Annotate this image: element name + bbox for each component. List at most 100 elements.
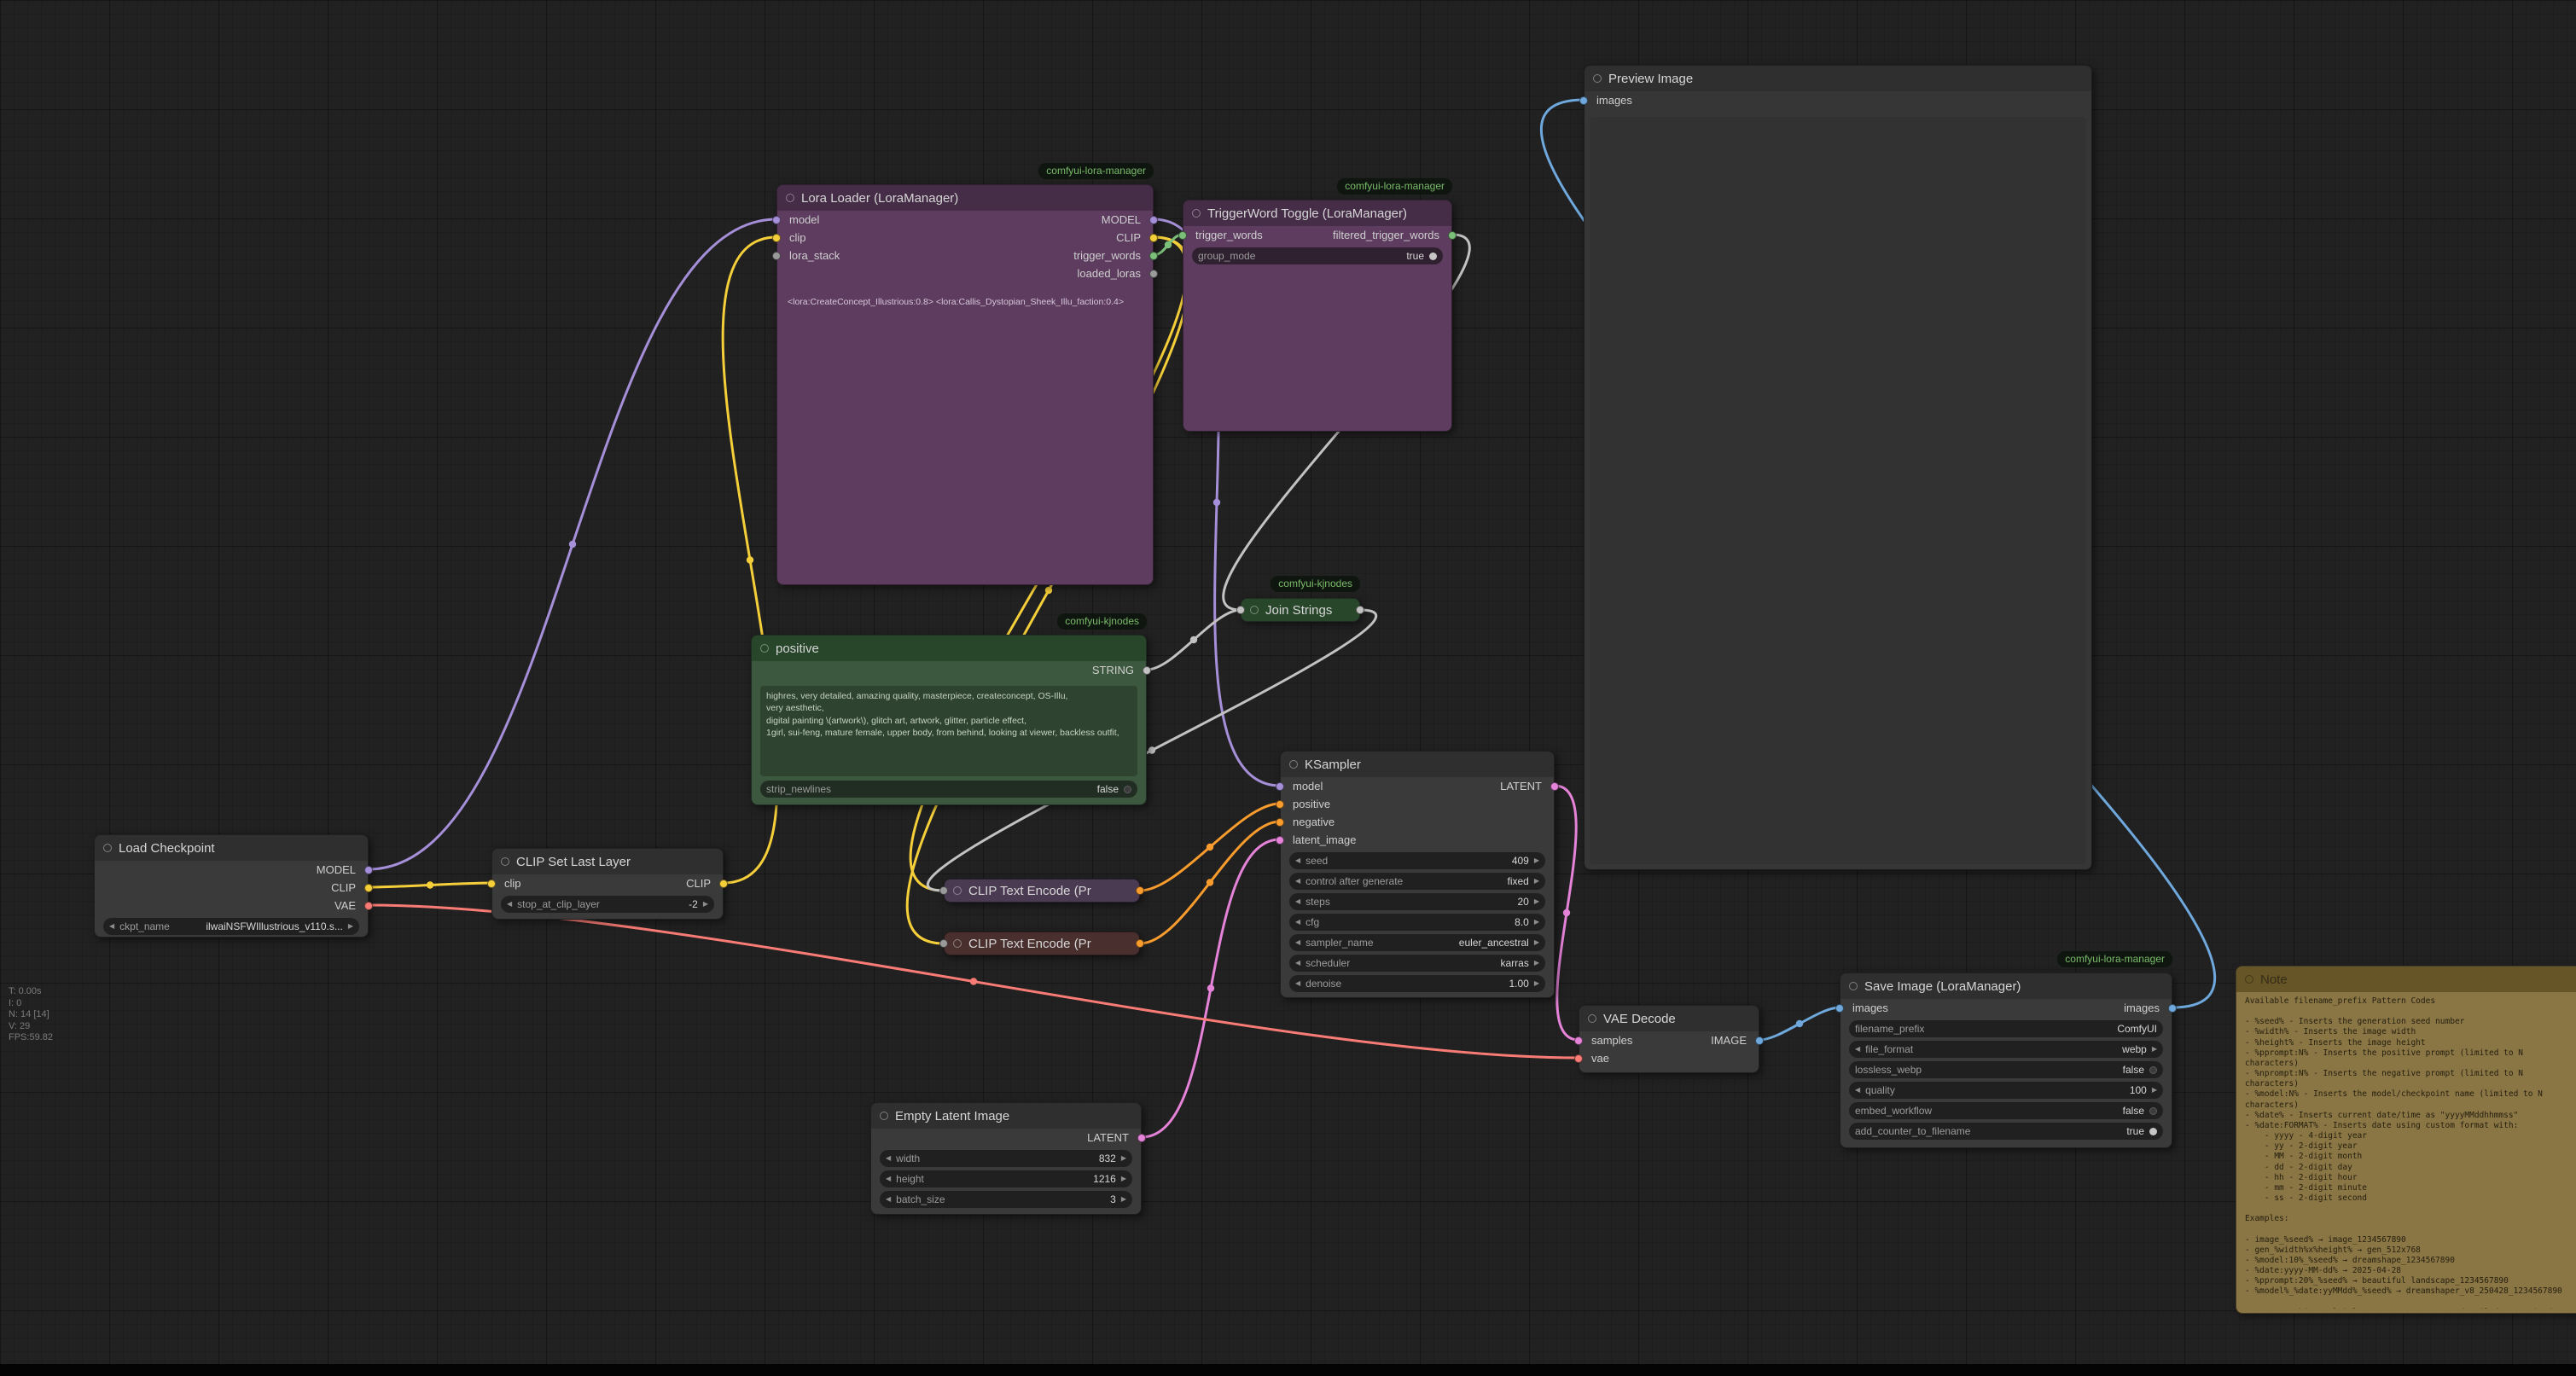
combo-right-arrow-icon[interactable]: ▶ xyxy=(1534,878,1539,885)
height-widget[interactable]: ◀ height 1216 ▶ xyxy=(880,1170,1132,1187)
images-output-dot[interactable] xyxy=(2168,1004,2177,1013)
images-input-dot[interactable] xyxy=(1579,96,1588,105)
collapse-toggle-icon[interactable] xyxy=(953,939,962,948)
string-output-dot[interactable] xyxy=(1356,606,1364,614)
node-clip-text-encode-positive[interactable]: CLIP Text Encode (Pr xyxy=(944,879,1140,903)
number-right-arrow-icon[interactable]: ▶ xyxy=(1534,857,1539,864)
positive-input-dot[interactable] xyxy=(1276,800,1284,809)
add-counter-toggle-widget[interactable]: add_counter_to_filename true xyxy=(1849,1123,2163,1140)
lora-syntax-text[interactable]: <lora:CreateConcept_Illustrious:0.8> <lo… xyxy=(788,296,1143,309)
clip-output-dot[interactable] xyxy=(719,880,728,888)
vae-output-dot[interactable] xyxy=(364,902,373,910)
string-input-dot[interactable] xyxy=(1236,606,1245,614)
node-vae-decode[interactable]: VAE Decode samples IMAGE vae xyxy=(1579,1005,1759,1073)
prompt-textarea[interactable]: highres, very detailed, amazing quality,… xyxy=(760,686,1137,776)
collapse-toggle-icon[interactable] xyxy=(786,194,794,202)
node-save-image[interactable]: Save Image (LoraManager) images images f… xyxy=(1840,972,2172,1148)
model-output-dot[interactable] xyxy=(364,866,373,874)
image-output-dot[interactable] xyxy=(1755,1036,1764,1045)
collapse-toggle-icon[interactable] xyxy=(880,1112,888,1120)
number-left-arrow-icon[interactable]: ◀ xyxy=(886,1176,891,1182)
toggle-indicator-icon[interactable] xyxy=(2149,1066,2157,1074)
collapse-toggle-icon[interactable] xyxy=(760,644,769,653)
filtered-trigger-words-output-dot[interactable] xyxy=(1448,231,1457,240)
combo-right-arrow-icon[interactable]: ▶ xyxy=(1534,939,1539,946)
lossless-webp-toggle-widget[interactable]: lossless_webp false xyxy=(1849,1061,2163,1078)
samples-input-dot[interactable] xyxy=(1574,1036,1583,1045)
cfg-widget[interactable]: ◀ cfg 8.0 ▶ xyxy=(1289,914,1545,931)
number-right-arrow-icon[interactable]: ▶ xyxy=(1534,919,1539,926)
strip-newlines-toggle-widget[interactable]: strip_newlines false xyxy=(760,781,1137,798)
toggle-indicator-icon[interactable] xyxy=(2149,1107,2157,1115)
number-left-arrow-icon[interactable]: ◀ xyxy=(1295,919,1300,926)
number-left-arrow-icon[interactable]: ◀ xyxy=(886,1196,891,1203)
combo-left-arrow-icon[interactable]: ◀ xyxy=(109,923,114,930)
toggle-indicator-icon[interactable] xyxy=(1429,253,1437,260)
model-input-dot[interactable] xyxy=(1276,782,1284,791)
number-right-arrow-icon[interactable]: ▶ xyxy=(703,901,708,908)
clip-input-dot[interactable] xyxy=(772,234,781,242)
combo-right-arrow-icon[interactable]: ▶ xyxy=(2152,1046,2157,1053)
collapse-toggle-icon[interactable] xyxy=(2245,975,2253,984)
collapse-toggle-icon[interactable] xyxy=(1250,606,1259,614)
file-format-widget[interactable]: ◀ file_format webp ▶ xyxy=(1849,1041,2163,1058)
number-left-arrow-icon[interactable]: ◀ xyxy=(1295,857,1300,864)
clip-output-dot[interactable] xyxy=(364,884,373,892)
seed-widget[interactable]: ◀ seed 409 ▶ xyxy=(1289,852,1545,869)
quality-widget[interactable]: ◀ quality 100 ▶ xyxy=(1849,1082,2163,1099)
number-left-arrow-icon[interactable]: ◀ xyxy=(507,901,512,908)
string-output-dot[interactable] xyxy=(1143,666,1151,675)
node-graph-canvas[interactable]: T: 0.00s I: 0 N: 14 [14] V: 29 FPS:59.82… xyxy=(0,0,2576,1376)
latent-output-dot[interactable] xyxy=(1550,782,1559,791)
node-join-strings[interactable]: Join Strings xyxy=(1241,598,1360,622)
conditioning-output-dot[interactable] xyxy=(1136,886,1144,895)
model-input-dot[interactable] xyxy=(772,216,781,224)
batch-size-widget[interactable]: ◀ batch_size 3 ▶ xyxy=(880,1191,1132,1208)
node-clip-text-encode-negative[interactable]: CLIP Text Encode (Pr xyxy=(944,932,1140,955)
clip-output-dot[interactable] xyxy=(1149,234,1158,242)
collapse-toggle-icon[interactable] xyxy=(501,857,509,866)
combo-left-arrow-icon[interactable]: ◀ xyxy=(1295,960,1300,967)
combo-left-arrow-icon[interactable]: ◀ xyxy=(1295,878,1300,885)
number-left-arrow-icon[interactable]: ◀ xyxy=(1295,980,1300,987)
number-right-arrow-icon[interactable]: ▶ xyxy=(1121,1196,1126,1203)
node-clip-set-last-layer[interactable]: CLIP Set Last Layer clip CLIP ◀ stop_at_… xyxy=(491,848,724,920)
collapse-toggle-icon[interactable] xyxy=(1289,760,1298,769)
clip-input-dot[interactable] xyxy=(487,880,496,888)
latent-output-dot[interactable] xyxy=(1137,1134,1146,1142)
note-text[interactable]: Available filename_prefix Pattern Codes … xyxy=(2245,996,2576,1309)
negative-input-dot[interactable] xyxy=(1276,818,1284,827)
collapsed-input-dot[interactable] xyxy=(939,939,948,948)
combo-left-arrow-icon[interactable]: ◀ xyxy=(1855,1046,1860,1053)
collapse-toggle-icon[interactable] xyxy=(1593,74,1602,83)
model-output-dot[interactable] xyxy=(1149,216,1158,224)
number-left-arrow-icon[interactable]: ◀ xyxy=(1855,1087,1860,1094)
node-empty-latent-image[interactable]: Empty Latent Image LATENT ◀ width 832 ▶ … xyxy=(870,1102,1142,1215)
filename-prefix-widget[interactable]: filename_prefix ComfyUI xyxy=(1849,1020,2163,1037)
combo-right-arrow-icon[interactable]: ▶ xyxy=(348,923,353,930)
ckpt-name-widget[interactable]: ◀ ckpt_name ilwaiNSFWIllustrious_v110.s.… xyxy=(103,918,359,935)
embed-workflow-toggle-widget[interactable]: embed_workflow false xyxy=(1849,1102,2163,1119)
collapse-toggle-icon[interactable] xyxy=(1588,1014,1596,1023)
toggle-indicator-icon[interactable] xyxy=(1124,786,1131,793)
node-positive-prompt[interactable]: positive STRING highres, very detailed, … xyxy=(751,635,1147,805)
number-right-arrow-icon[interactable]: ▶ xyxy=(1121,1155,1126,1162)
number-right-arrow-icon[interactable]: ▶ xyxy=(1121,1176,1126,1182)
node-note[interactable]: Note Available filename_prefix Pattern C… xyxy=(2236,966,2576,1314)
node-lora-loader[interactable]: Lora Loader (LoraManager) model MODEL cl… xyxy=(776,184,1154,585)
trigger-words-output-dot[interactable] xyxy=(1149,252,1158,260)
width-widget[interactable]: ◀ width 832 ▶ xyxy=(880,1150,1132,1167)
number-right-arrow-icon[interactable]: ▶ xyxy=(1534,980,1539,987)
node-ksampler[interactable]: KSampler model LATENT positive negative … xyxy=(1280,751,1555,998)
number-right-arrow-icon[interactable]: ▶ xyxy=(2152,1087,2157,1094)
node-load-checkpoint[interactable]: Load Checkpoint MODEL CLIP VAE ◀ ckpt_na… xyxy=(94,834,369,938)
trigger-words-input-dot[interactable] xyxy=(1178,231,1187,240)
loaded-loras-output-dot[interactable] xyxy=(1149,270,1158,278)
images-input-dot[interactable] xyxy=(1835,1004,1844,1013)
number-left-arrow-icon[interactable]: ◀ xyxy=(886,1155,891,1162)
vae-input-dot[interactable] xyxy=(1574,1054,1583,1063)
conditioning-output-dot[interactable] xyxy=(1136,939,1144,948)
sampler-name-widget[interactable]: ◀ sampler_name euler_ancestral ▶ xyxy=(1289,934,1545,951)
latent-image-input-dot[interactable] xyxy=(1276,836,1284,845)
collapse-toggle-icon[interactable] xyxy=(1849,982,1858,990)
